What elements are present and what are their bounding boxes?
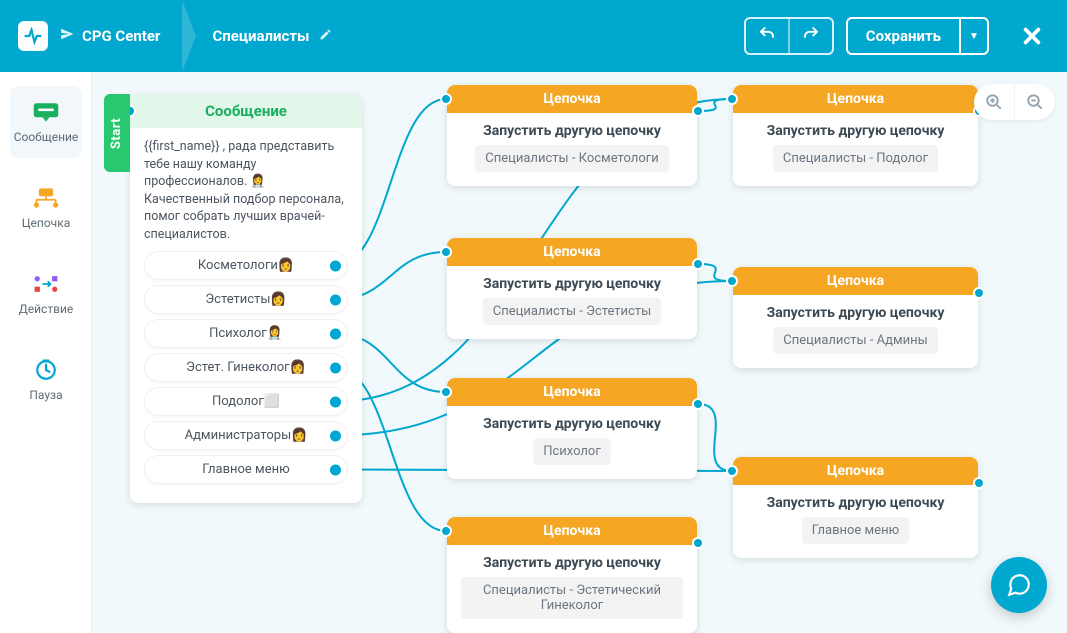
message-option[interactable]: Косметологи👩 <box>144 251 348 280</box>
input-port[interactable] <box>726 93 738 105</box>
message-node-header: Сообщение <box>130 94 362 128</box>
output-port[interactable] <box>330 294 341 305</box>
page-title: Специалисты <box>212 27 309 45</box>
chain-target: Специалисты - Эстетисты <box>483 298 661 325</box>
chain-target: Главное меню <box>802 517 909 544</box>
app-name: CPG Center <box>82 27 160 45</box>
output-port[interactable] <box>330 328 341 339</box>
input-port[interactable] <box>440 93 452 105</box>
output-port[interactable] <box>330 464 341 475</box>
zoom-in-button[interactable] <box>974 84 1014 120</box>
support-chat-fab[interactable] <box>991 557 1047 613</box>
chain-target: Специалисты - Косметологи <box>475 145 668 172</box>
tool-pause[interactable]: Пауза <box>10 344 82 416</box>
input-port[interactable] <box>440 525 452 537</box>
tool-label: Действие <box>19 302 74 316</box>
tool-message[interactable]: Сообщение <box>10 86 82 158</box>
output-port[interactable] <box>330 430 341 441</box>
redo-button[interactable] <box>790 19 832 53</box>
chain-target: Специалисты - Подолог <box>773 145 938 172</box>
message-option[interactable]: Эстет. Гинеколог👩 <box>144 353 348 382</box>
chain-node-header: Цепочка <box>733 457 978 485</box>
undo-redo-group <box>744 17 834 55</box>
save-dropdown[interactable]: ▼ <box>959 17 989 55</box>
output-port[interactable] <box>973 477 985 489</box>
message-text: {{first_name}} , рада представить тебе н… <box>144 138 348 243</box>
chain-node-header: Цепочка <box>447 517 697 545</box>
output-port[interactable] <box>330 396 341 407</box>
chain-node-header: Цепочка <box>447 378 697 406</box>
message-node[interactable]: Start Сообщение {{first_name}} , рада пр… <box>130 94 362 503</box>
chain-node-header: Цепочка <box>447 238 697 266</box>
chain-node[interactable]: Цепочка Запустить другую цепочку Главное… <box>733 457 978 558</box>
chain-node[interactable]: Цепочка Запустить другую цепочку Специал… <box>733 85 978 186</box>
breadcrumb-separator <box>182 0 196 72</box>
chain-node-header: Цепочка <box>733 267 978 295</box>
undo-button[interactable] <box>746 19 788 53</box>
app-header: CPG Center Специалисты Сохранить ▼ <box>0 0 1067 72</box>
tool-chain[interactable]: Цепочка <box>10 172 82 244</box>
breadcrumb-root[interactable]: CPG Center <box>60 27 160 45</box>
save-button[interactable]: Сохранить <box>846 17 959 55</box>
input-port[interactable] <box>440 246 452 258</box>
output-port[interactable] <box>692 258 704 270</box>
tool-label: Пауза <box>29 388 62 402</box>
zoom-out-button[interactable] <box>1015 84 1055 120</box>
output-port[interactable] <box>692 537 704 549</box>
chain-action-label: Запустить другую цепочку <box>461 416 683 432</box>
tool-action[interactable]: Действие <box>10 258 82 330</box>
app-logo <box>18 21 48 51</box>
tool-label: Цепочка <box>22 216 70 230</box>
chain-target: Специалисты - Эстетический Гинеколог <box>461 577 683 619</box>
breadcrumb-page[interactable]: Специалисты <box>212 27 332 45</box>
chain-node[interactable]: Цепочка Запустить другую цепочку Специал… <box>447 238 697 339</box>
output-port[interactable] <box>692 105 704 117</box>
input-port[interactable] <box>726 465 738 477</box>
chain-node[interactable]: Цепочка Запустить другую цепочку Специал… <box>447 517 697 633</box>
input-port[interactable] <box>726 275 738 287</box>
chain-node-header: Цепочка <box>447 85 697 113</box>
input-port[interactable] <box>440 386 452 398</box>
chain-action-label: Запустить другую цепочку <box>461 123 683 139</box>
chain-icon <box>30 186 62 210</box>
message-option[interactable]: Главное меню <box>144 455 348 484</box>
output-port[interactable] <box>973 287 985 299</box>
output-port[interactable] <box>692 398 704 410</box>
output-port[interactable] <box>330 260 341 271</box>
node-toolbar: Сообщение Цепочка Действие Пауза <box>0 72 92 633</box>
chain-action-label: Запустить другую цепочку <box>747 123 964 139</box>
chain-target: Специалисты - Админы <box>773 327 937 354</box>
action-icon <box>30 272 62 296</box>
start-tag: Start <box>104 94 130 172</box>
chain-action-label: Запустить другую цепочку <box>747 305 964 321</box>
output-port[interactable] <box>330 362 341 373</box>
chain-node[interactable]: Цепочка Запустить другую цепочку Специал… <box>447 85 697 186</box>
message-option[interactable]: Эстетисты👩 <box>144 285 348 314</box>
flow-canvas[interactable]: Start Сообщение {{first_name}} , рада пр… <box>92 72 1067 633</box>
message-option[interactable]: Психолог👩‍⚕️ <box>144 319 348 348</box>
edit-icon[interactable] <box>319 28 332 45</box>
chain-node-header: Цепочка <box>733 85 978 113</box>
message-option[interactable]: Администраторы👩 <box>144 421 348 450</box>
chain-action-label: Запустить другую цепочку <box>461 276 683 292</box>
send-icon <box>60 27 74 45</box>
close-button[interactable] <box>1015 19 1049 53</box>
tool-label: Сообщение <box>14 130 79 144</box>
chain-action-label: Запустить другую цепочку <box>461 555 683 571</box>
chain-node[interactable]: Цепочка Запустить другую цепочку Специал… <box>733 267 978 368</box>
message-icon <box>30 100 62 124</box>
pause-icon <box>30 358 62 382</box>
chain-target: Психолог <box>533 438 611 465</box>
zoom-controls <box>974 84 1055 120</box>
message-option[interactable]: Подолог⬜ <box>144 387 348 416</box>
chain-action-label: Запустить другую цепочку <box>747 495 964 511</box>
chain-node[interactable]: Цепочка Запустить другую цепочку Психоло… <box>447 378 697 479</box>
